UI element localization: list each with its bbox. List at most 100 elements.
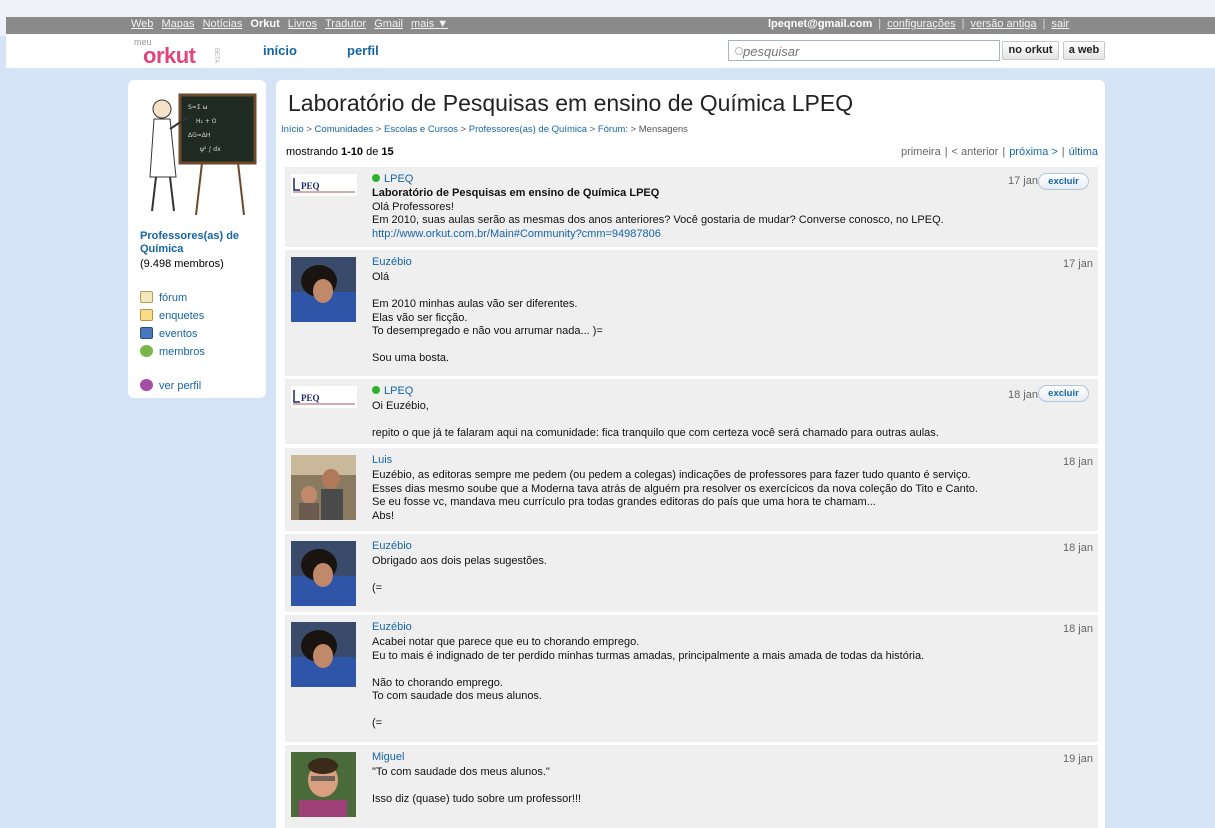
svg-text:ψ² ∫ dx: ψ² ∫ dx xyxy=(200,146,221,153)
post-date: 19 jan xyxy=(1063,753,1093,765)
post-author[interactable]: Euzébio xyxy=(372,621,412,633)
post-author[interactable]: LPEQ xyxy=(372,173,413,185)
nav-more-link[interactable]: mais ▼ xyxy=(411,18,448,30)
user-avatar[interactable] xyxy=(291,455,356,520)
svg-text:PEQ: PEQ xyxy=(301,181,320,191)
svg-text:S=Σ ω: S=Σ ω xyxy=(188,104,208,111)
post-line: Em 2010 minhas aulas vão ser diferentes. xyxy=(372,298,578,310)
breadcrumb: Início > Comunidades > Escolas e Cursos … xyxy=(281,124,688,135)
account-email: lpeqnet@gmail.com xyxy=(768,18,873,30)
search-box[interactable] xyxy=(728,40,1000,61)
separator: | xyxy=(1002,146,1006,158)
post-date: 17 jan xyxy=(1008,175,1038,187)
post-line: To com saudade dos meus alunos. xyxy=(372,690,542,702)
nav-web-link[interactable]: Web xyxy=(131,18,153,30)
user-avatar[interactable] xyxy=(291,622,356,687)
logo-text: orkut xyxy=(143,43,196,68)
menu-events[interactable]: eventos xyxy=(140,327,198,340)
post-line: Esses dias mesmo soube que a Moderna tav… xyxy=(372,482,978,495)
post-body: Obrigado aos dois pelas sugestões. (= xyxy=(372,555,1087,596)
poll-icon xyxy=(140,309,153,321)
forum-post: PEQ LPEQ 17 jan excluir Laboratório de P… xyxy=(285,167,1098,247)
profile-icon xyxy=(140,379,153,391)
post-body: "To com saudade dos meus alunos." Isso d… xyxy=(372,766,1087,807)
pager-prev: < anterior xyxy=(951,146,999,158)
pager-last[interactable]: última xyxy=(1069,146,1098,158)
search-web-button[interactable]: a web xyxy=(1063,41,1105,60)
breadcrumb-forum[interactable]: Fórum: xyxy=(598,124,628,135)
lpeq-logo-avatar[interactable]: PEQ xyxy=(291,386,357,408)
post-line: repito o que já te falaram aqui na comun… xyxy=(372,427,939,439)
breadcrumb-community[interactable]: Professores(as) de Química xyxy=(469,124,587,135)
menu-forum[interactable]: fórum xyxy=(140,291,187,304)
post-line: Acabei notar que parece que eu to choran… xyxy=(372,636,640,648)
menu-members[interactable]: membros xyxy=(140,345,205,358)
pager-next[interactable]: próxima > xyxy=(1009,146,1058,158)
header: meu orkut BETA início perfil no orkut a … xyxy=(6,34,1215,68)
post-author[interactable]: Euzébio xyxy=(372,256,412,268)
post-author[interactable]: LPEQ xyxy=(372,385,413,397)
nav-home-link[interactable]: início xyxy=(263,43,297,58)
breadcrumb-current: Mensagens xyxy=(638,124,688,135)
post-author[interactable]: Miguel xyxy=(372,751,404,763)
community-image[interactable]: S=Σ ω H₂ + O ΔG=ΔH ψ² ∫ dx xyxy=(140,87,257,219)
post-author[interactable]: Luis xyxy=(372,454,392,466)
post-line: Em 2010, suas aulas serão as mesmas dos … xyxy=(372,214,944,226)
search-orkut-button[interactable]: no orkut xyxy=(1002,41,1059,60)
nav-books-link[interactable]: Livros xyxy=(288,18,317,30)
user-avatar[interactable] xyxy=(291,257,356,322)
nav-news-link[interactable]: Notícias xyxy=(203,18,243,30)
breadcrumb-home[interactable]: Início xyxy=(281,124,304,135)
search-input[interactable] xyxy=(743,43,993,59)
post-body: Laboratório de Pesquisas em ensino de Qu… xyxy=(372,187,1087,241)
post-line: Se eu fosse vc, mandava meu currículo pr… xyxy=(372,496,876,508)
post-line: "To com saudade dos meus alunos." xyxy=(372,766,550,778)
menu-polls[interactable]: enquetes xyxy=(140,309,204,322)
nav-translate-link[interactable]: Tradutor xyxy=(325,18,366,30)
post-date: 18 jan xyxy=(1063,623,1093,635)
breadcrumb-category[interactable]: Escolas e Cursos xyxy=(384,124,458,135)
svg-text:H₂ + O: H₂ + O xyxy=(196,118,217,125)
nav-profile-link[interactable]: perfil xyxy=(347,43,379,58)
breadcrumb-communities[interactable]: Comunidades xyxy=(315,124,374,135)
post-link[interactable]: http://www.orkut.com.br/Main#Community?c… xyxy=(372,228,1087,242)
post-line: (= xyxy=(372,582,383,594)
settings-link[interactable]: configurações xyxy=(887,18,956,30)
post-line: Euzébio, as editoras sempre me pedem (ou… xyxy=(372,469,971,481)
post-line: Isso diz (quase) tudo sobre um professor… xyxy=(372,793,582,805)
forum-post: Euzébio 18 jan Obrigado aos dois pelas s… xyxy=(285,534,1098,612)
user-avatar[interactable] xyxy=(291,752,356,817)
post-line: To desempregado e não vou arrumar nada..… xyxy=(372,325,603,337)
count-of: de xyxy=(363,146,382,158)
view-profile-link[interactable]: ver perfil xyxy=(140,379,201,392)
post-line: (= xyxy=(372,717,383,729)
post-body: Olá Em 2010 minhas aulas vão ser diferen… xyxy=(372,271,1087,366)
post-author[interactable]: Euzébio xyxy=(372,540,412,552)
author-name: LPEQ xyxy=(384,385,414,397)
svg-text:PEQ: PEQ xyxy=(301,393,320,403)
nav-maps-link[interactable]: Mapas xyxy=(161,18,194,30)
logout-link[interactable]: sair xyxy=(1051,18,1069,30)
separator: | xyxy=(1042,18,1046,30)
community-sidebar: S=Σ ω H₂ + O ΔG=ΔH ψ² ∫ dx Professores(a… xyxy=(128,80,266,398)
menu-label: fórum xyxy=(159,292,188,304)
community-name[interactable]: Professores(as) de Química xyxy=(140,230,260,256)
forum-post: Miguel 19 jan "To com saudade dos meus a… xyxy=(285,745,1098,828)
orkut-logo[interactable]: meu orkut BETA xyxy=(130,36,230,68)
nav-gmail-link[interactable]: Gmail xyxy=(374,18,403,30)
separator: | xyxy=(878,18,882,30)
post-subject: Laboratório de Pesquisas em ensino de Qu… xyxy=(372,187,660,199)
online-icon xyxy=(372,174,380,182)
svg-text:ΔG=ΔH: ΔG=ΔH xyxy=(188,132,210,139)
logo-beta: BETA xyxy=(213,48,219,64)
old-version-link[interactable]: versão antiga xyxy=(970,18,1036,30)
user-avatar[interactable] xyxy=(291,541,356,606)
pager-first: primeira xyxy=(900,146,941,158)
lpeq-logo-avatar[interactable]: PEQ xyxy=(291,174,357,196)
menu-label: ver perfil xyxy=(159,380,202,392)
forum-post: Euzébio 18 jan Acabei notar que parece q… xyxy=(285,615,1098,742)
separator: | xyxy=(1061,146,1065,158)
